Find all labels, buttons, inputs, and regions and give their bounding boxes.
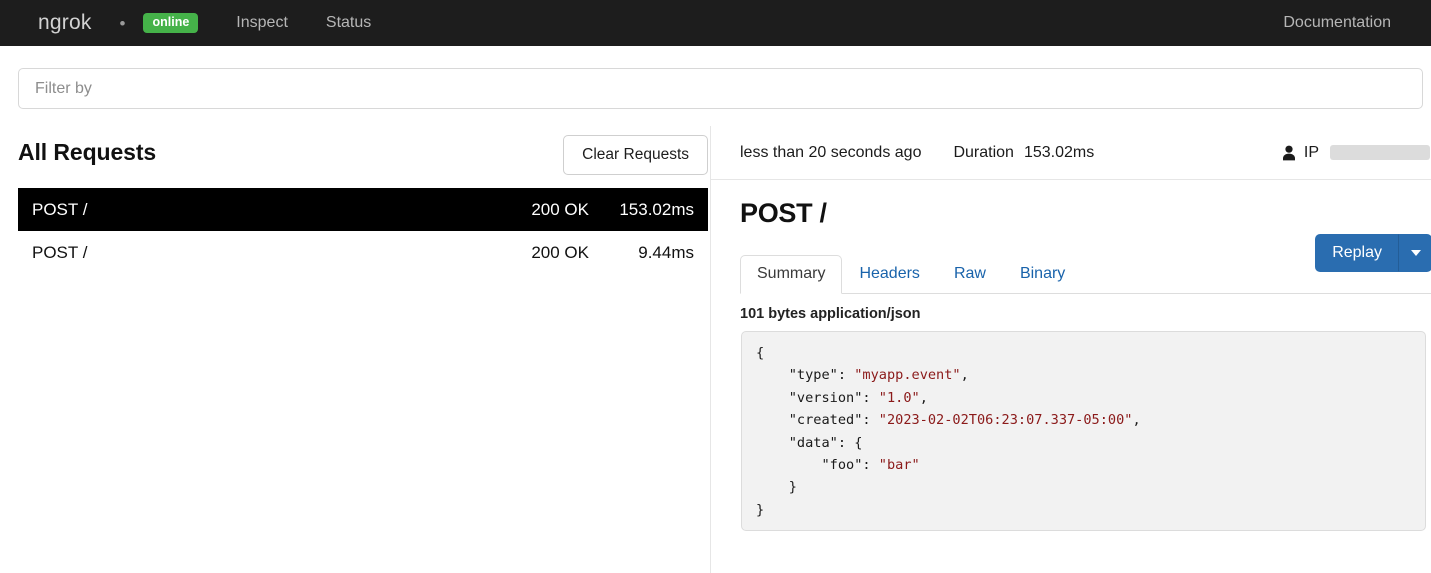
json-body: { "type": "myapp.event", "version": "1.0… (756, 345, 1141, 518)
request-detail-title: POST / (740, 198, 827, 228)
chevron-down-icon (1410, 250, 1421, 256)
request-time-ago: less than 20 seconds ago (740, 143, 922, 161)
tab-raw[interactable]: Raw (937, 255, 1003, 294)
replay-button-group: Replay (1315, 234, 1431, 272)
duration-label: Duration (953, 143, 1014, 161)
filter-input[interactable] (18, 68, 1423, 109)
tab-headers[interactable]: Headers (842, 255, 936, 294)
request-detail-panel: less than 20 seconds ago Duration 153.02… (710, 126, 1431, 573)
nav-link-status[interactable]: Status (326, 14, 371, 32)
ip-label: IP (1303, 143, 1319, 161)
request-meta-bar: less than 20 seconds ago Duration 153.02… (711, 126, 1431, 180)
tab-binary[interactable]: Binary (1003, 255, 1082, 294)
requests-panel-header: All Requests Clear Requests (0, 126, 709, 188)
table-row[interactable]: POST / 200 OK 9.44ms (18, 231, 708, 274)
request-status: 200 OK (531, 199, 589, 219)
replay-button[interactable]: Replay (1315, 234, 1399, 272)
tab-summary[interactable]: Summary (740, 255, 843, 294)
client-ip-group: IP (1282, 144, 1430, 162)
navbar-right-group: Documentation (1283, 14, 1391, 32)
main-content: All Requests Clear Requests POST / 200 O… (0, 46, 1431, 573)
table-row[interactable]: POST / 200 OK 153.02ms (18, 188, 708, 231)
ip-value-redacted (1330, 145, 1430, 160)
status-badge: online (143, 13, 199, 33)
clear-requests-button[interactable]: Clear Requests (563, 135, 708, 175)
requests-list: POST / 200 OK 153.02ms POST / 200 OK 9.4… (0, 188, 709, 274)
nav-link-documentation[interactable]: Documentation (1283, 14, 1391, 31)
top-navbar: ngrok • online Inspect Status Documentat… (0, 0, 1431, 46)
request-duration: 153.02ms (619, 199, 694, 219)
nav-link-inspect[interactable]: Inspect (236, 14, 288, 32)
request-duration: 9.44ms (638, 242, 694, 262)
request-body-viewer: { "type": "myapp.event", "version": "1.0… (741, 331, 1426, 531)
replay-dropdown-toggle[interactable] (1399, 234, 1431, 272)
ngrok-logo[interactable]: ngrok (38, 11, 92, 35)
page-title: All Requests (18, 139, 157, 165)
ngrok-inspector-page: ngrok • online Inspect Status Documentat… (0, 0, 1431, 573)
request-status: 200 OK (531, 242, 589, 262)
duration-value: 153.02ms (1023, 143, 1095, 161)
request-method-path: POST / (32, 242, 88, 262)
body-size-content-type: 101 bytes application/json (740, 306, 921, 322)
detail-tabs: Summary Headers Raw Binary Replay (740, 234, 1431, 294)
person-icon (1282, 145, 1296, 161)
separator-dot-icon: • (119, 13, 126, 33)
request-method-path: POST / (32, 199, 88, 219)
requests-panel: All Requests Clear Requests POST / 200 O… (0, 126, 709, 573)
